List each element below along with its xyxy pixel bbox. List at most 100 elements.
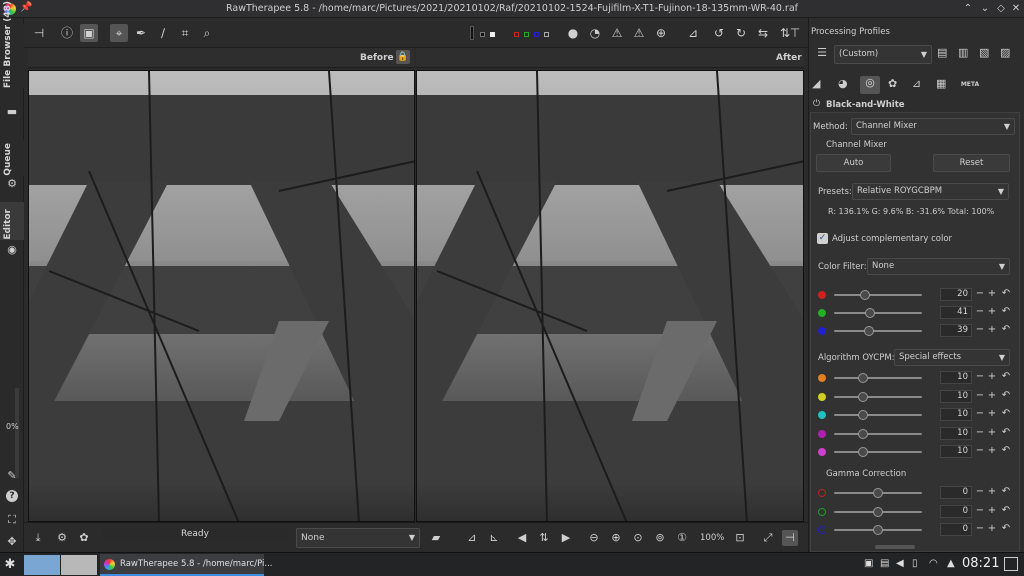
swatch-red[interactable] bbox=[514, 32, 519, 37]
clock[interactable]: 08:21 bbox=[962, 556, 999, 571]
queue-add-icon[interactable]: ⚙ bbox=[54, 530, 70, 546]
decrement-icon[interactable]: − bbox=[974, 427, 986, 440]
decrement-icon[interactable]: − bbox=[974, 505, 986, 518]
zoom-100-icon[interactable]: ① bbox=[674, 530, 690, 546]
before-after-icon[interactable]: ▣ bbox=[80, 24, 98, 42]
decrement-icon[interactable]: − bbox=[974, 371, 986, 384]
slider-handle[interactable] bbox=[864, 326, 875, 336]
tab-queue[interactable]: Queue bbox=[0, 140, 24, 176]
slider-track[interactable] bbox=[834, 312, 922, 314]
info-icon[interactable]: ⓘ bbox=[58, 24, 76, 42]
reset-value-icon[interactable]: ↶ bbox=[1000, 505, 1012, 518]
highlight-warning-icon[interactable]: ⚠ bbox=[630, 24, 648, 42]
folder-icon[interactable]: ▬ bbox=[4, 104, 20, 120]
gears-icon[interactable]: ⚙ bbox=[4, 176, 20, 192]
increment-icon[interactable]: + bbox=[986, 505, 998, 518]
decrement-icon[interactable]: − bbox=[974, 486, 986, 499]
increment-icon[interactable]: + bbox=[986, 427, 998, 440]
auto-button[interactable]: Auto bbox=[816, 154, 891, 172]
decrement-icon[interactable]: − bbox=[974, 523, 986, 536]
slider-value-field[interactable]: 10 bbox=[940, 426, 972, 440]
slider-handle[interactable] bbox=[865, 308, 876, 318]
paste-profile-icon[interactable]: ▨ bbox=[1000, 46, 1010, 59]
increment-icon[interactable]: + bbox=[986, 523, 998, 536]
increment-icon[interactable]: + bbox=[986, 390, 998, 403]
decrement-icon[interactable]: − bbox=[974, 445, 986, 458]
slider-track[interactable] bbox=[834, 294, 922, 296]
slider-handle[interactable] bbox=[873, 488, 883, 498]
hand-tool-icon[interactable]: ⌖ bbox=[110, 24, 128, 42]
expand-tray-icon[interactable]: ▲ bbox=[947, 558, 955, 569]
hide-right-panel-icon[interactable]: ⊤ bbox=[786, 24, 804, 42]
zoom-fill-icon[interactable]: ⊚ bbox=[652, 530, 668, 546]
decrement-icon[interactable]: − bbox=[974, 324, 986, 337]
hide-panels-icon[interactable]: ⊣ bbox=[782, 530, 798, 546]
copy-right-icon[interactable]: ⊾ bbox=[486, 530, 502, 546]
tab-detail-icon[interactable]: ◕ bbox=[838, 77, 854, 93]
profile-list-icon[interactable]: ☰ bbox=[813, 46, 831, 64]
volume-muted-icon[interactable]: ◀ bbox=[896, 558, 904, 569]
perspective-icon[interactable]: ⌕ bbox=[198, 24, 216, 42]
color-picker-icon[interactable]: ✒ bbox=[132, 24, 150, 42]
increment-icon[interactable]: + bbox=[986, 306, 998, 319]
reset-button[interactable]: Reset bbox=[933, 154, 1010, 172]
pager-desktop-1[interactable] bbox=[24, 555, 60, 575]
slider-value-field[interactable]: 39 bbox=[940, 324, 972, 337]
decrement-icon[interactable]: − bbox=[974, 390, 986, 403]
profile-combo[interactable]: (Custom) ▼ bbox=[834, 45, 932, 64]
swatch-gray2[interactable] bbox=[490, 32, 495, 37]
rotate-left-icon[interactable]: ↺ bbox=[710, 24, 728, 42]
save-profile-icon[interactable]: ▥ bbox=[958, 46, 968, 59]
move-icon[interactable]: ✥ bbox=[4, 534, 20, 550]
slider-handle[interactable] bbox=[873, 525, 883, 535]
prev-image-icon[interactable]: ◀ bbox=[514, 530, 530, 546]
tab-editor[interactable]: Editor bbox=[0, 202, 24, 240]
color-filter-combo[interactable]: None ▼ bbox=[867, 258, 1010, 275]
slider-handle[interactable] bbox=[859, 290, 870, 300]
lock-icon[interactable]: ⊕ bbox=[652, 24, 670, 42]
flip-h-icon[interactable]: ⇆ bbox=[754, 24, 772, 42]
slider-track[interactable] bbox=[834, 414, 922, 416]
task-rawtherapee[interactable]: RawTherapee 5.8 - /home/marc/Pi... bbox=[100, 554, 273, 576]
tab-metadata[interactable]: META bbox=[960, 77, 980, 93]
panel-scrollbar[interactable] bbox=[875, 545, 915, 549]
hide-left-panel-icon[interactable]: ⊣ bbox=[30, 24, 48, 42]
slider-handle[interactable] bbox=[858, 410, 869, 420]
increment-icon[interactable]: + bbox=[986, 445, 998, 458]
rotate-right-icon[interactable]: ↻ bbox=[732, 24, 750, 42]
power-icon[interactable]: ⏻ bbox=[813, 99, 820, 109]
swatch-lum[interactable] bbox=[544, 32, 549, 37]
clipboard-icon[interactable]: ▣ bbox=[864, 558, 873, 569]
save-image-icon[interactable]: ⤓ bbox=[30, 530, 46, 546]
minimize-icon[interactable]: ⌄ bbox=[979, 3, 991, 15]
reset-value-icon[interactable]: ↶ bbox=[1000, 427, 1012, 440]
snapshot-icon[interactable]: ▰ bbox=[428, 530, 444, 546]
reset-value-icon[interactable]: ↶ bbox=[1000, 408, 1012, 421]
fullscreen-icon[interactable]: ⛶ bbox=[4, 512, 20, 528]
slider-handle[interactable] bbox=[858, 373, 869, 383]
batch-icon[interactable]: ✎ bbox=[4, 468, 20, 484]
copy-left-icon[interactable]: ⊿ bbox=[464, 530, 480, 546]
increment-icon[interactable]: + bbox=[986, 371, 998, 384]
wifi-icon[interactable]: ◠ bbox=[929, 558, 938, 569]
tab-transform-icon[interactable]: ⊿ bbox=[912, 77, 928, 93]
tab-color-icon[interactable]: ◎ bbox=[860, 76, 880, 94]
usb-icon[interactable]: ▯ bbox=[912, 558, 918, 569]
sync-icon[interactable]: ⇅ bbox=[536, 530, 552, 546]
slider-value-field[interactable]: 10 bbox=[940, 445, 972, 458]
tab-exposure-icon[interactable]: ◢ bbox=[812, 77, 828, 93]
next-image-icon[interactable]: ▶ bbox=[558, 530, 574, 546]
shadow-clip-icon[interactable]: ◔ bbox=[586, 24, 604, 42]
slider-value-field[interactable]: 10 bbox=[940, 389, 972, 403]
focus-mask-icon[interactable]: ● bbox=[564, 24, 582, 42]
notifications-icon[interactable]: ▤ bbox=[880, 558, 889, 569]
swatch-green[interactable] bbox=[524, 32, 529, 37]
histogram-icon[interactable]: ⊿ bbox=[684, 24, 702, 42]
reset-value-icon[interactable]: ↶ bbox=[1000, 390, 1012, 403]
increment-icon[interactable]: + bbox=[986, 486, 998, 499]
decrement-icon[interactable]: − bbox=[974, 306, 986, 319]
swatch-blue[interactable] bbox=[534, 32, 539, 37]
slider-track[interactable] bbox=[834, 395, 922, 398]
profile-select[interactable]: None ▼ bbox=[296, 528, 420, 548]
copy-profile-icon[interactable]: ▧ bbox=[979, 46, 989, 59]
